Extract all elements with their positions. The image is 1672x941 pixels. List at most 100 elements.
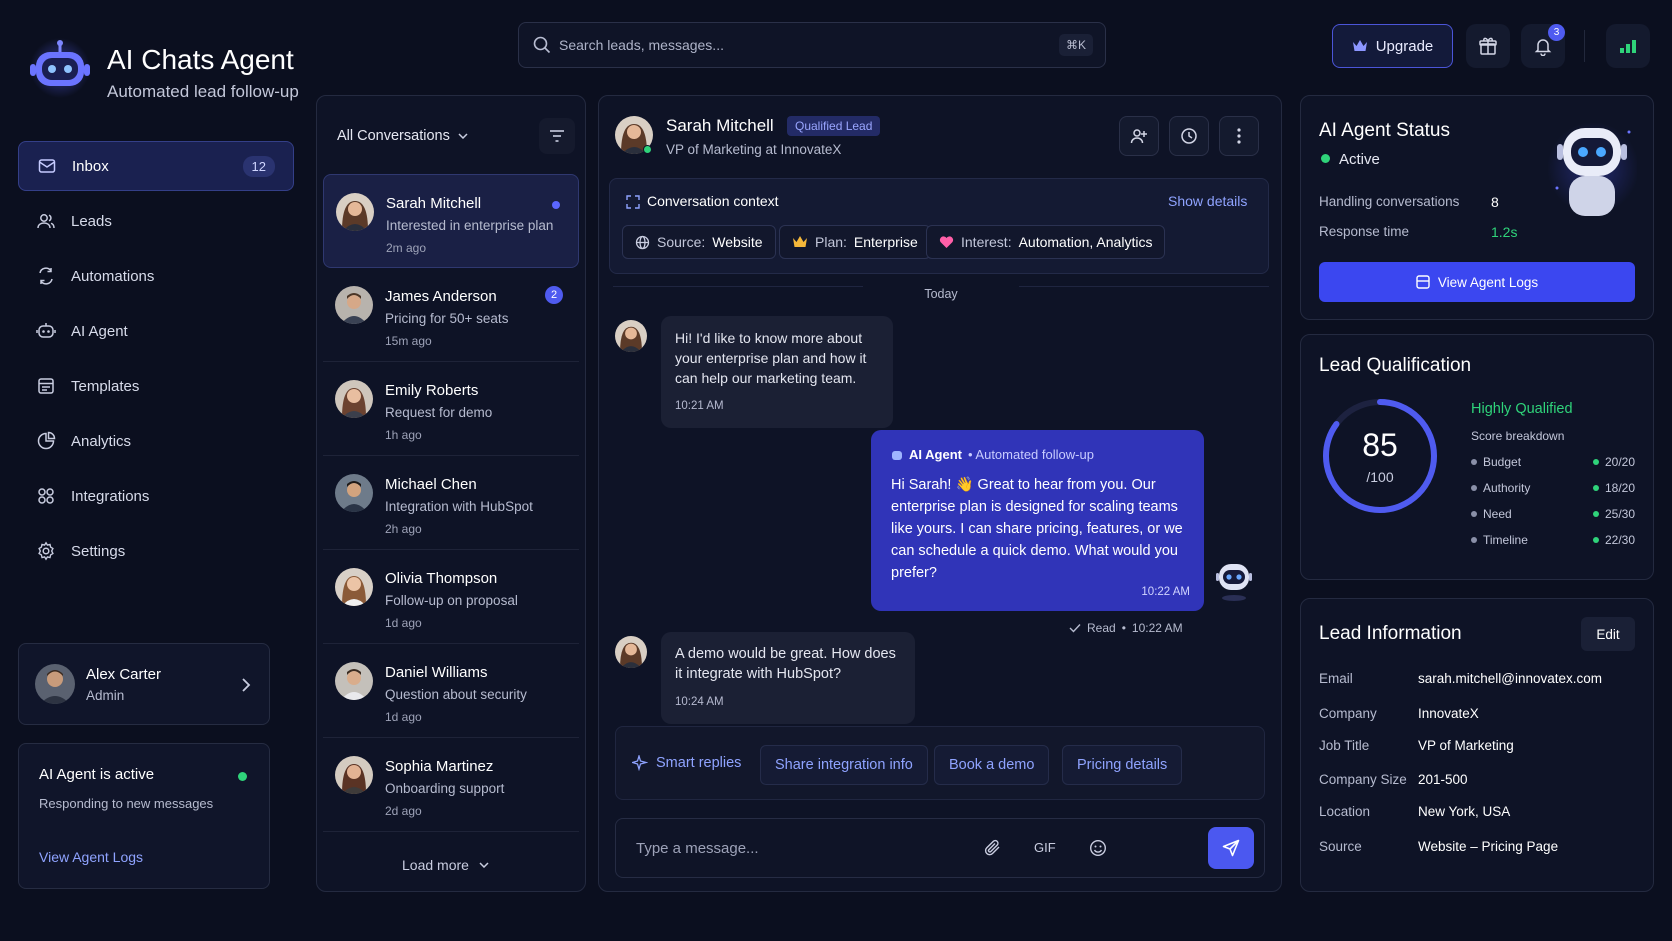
robot-icon	[1216, 564, 1252, 601]
edit-button[interactable]: Edit	[1581, 617, 1635, 651]
conversation-time: 2d ago	[385, 804, 422, 818]
inbox-icon	[37, 156, 57, 176]
gif-button[interactable]: GIF	[1034, 840, 1056, 855]
gear-icon	[36, 541, 56, 561]
filter-button[interactable]	[539, 118, 575, 154]
conversation-name: James Anderson	[385, 288, 497, 305]
conversation-item[interactable]: Sarah Mitchell Interested in enterprise …	[323, 174, 579, 268]
add-contact-button[interactable]	[1119, 116, 1159, 156]
brand-logo	[24, 38, 96, 98]
bullet-dot	[1471, 511, 1477, 517]
more-options-button[interactable]	[1219, 116, 1259, 156]
sidebar-item-ai-agent[interactable]: AI Agent	[18, 306, 294, 356]
robot-icon	[891, 449, 903, 461]
conversation-item[interactable]: Olivia Thompson Follow-up on proposal 1d…	[323, 550, 579, 644]
search-bar[interactable]: ⌘K	[518, 22, 1106, 68]
breakdown-value: 18/20	[1604, 481, 1635, 495]
read-receipt: Read • 10:22 AM	[1069, 621, 1183, 635]
bullet-dot	[1593, 537, 1599, 543]
agent-status-value: Active	[1339, 151, 1380, 168]
check-icon	[1069, 623, 1081, 633]
message-text: A demo would be great. How does it integ…	[675, 646, 896, 682]
sidebar-item-settings[interactable]: Settings	[18, 526, 294, 576]
sidebar-item-analytics[interactable]: Analytics	[18, 416, 294, 466]
conversation-name: Emily Roberts	[385, 382, 479, 399]
chevron-down-icon	[479, 862, 489, 868]
reply-label: Pricing details	[1077, 757, 1168, 773]
upgrade-button[interactable]: Upgrade	[1332, 24, 1453, 68]
crown-icon	[792, 235, 808, 249]
filter-icon	[549, 129, 565, 143]
message-input[interactable]	[636, 819, 956, 877]
status-dot	[238, 772, 247, 781]
conversation-item[interactable]: Michael Chen Integration with HubSpot 2h…	[323, 456, 579, 550]
conversation-item[interactable]: James Anderson Pricing for 50+ seats 15m…	[323, 268, 579, 362]
history-button[interactable]	[1169, 116, 1209, 156]
avatar	[335, 662, 373, 700]
day-divider: Today	[924, 287, 958, 301]
conversation-item[interactable]: Daniel Williams Question about security …	[323, 644, 579, 738]
conversation-name: Olivia Thompson	[385, 570, 498, 587]
conversation-filter-dropdown[interactable]: All Conversations	[337, 128, 468, 144]
crown-icon	[1352, 39, 1368, 53]
show-details-link[interactable]: Show details	[1168, 193, 1247, 209]
score-ring: 85 /100	[1321, 397, 1439, 515]
user-profile-card[interactable]: Alex Carter Admin	[18, 643, 270, 725]
info-value-company: InnovateX	[1418, 706, 1479, 721]
conversation-name: Michael Chen	[385, 476, 477, 493]
qualification-level: Highly Qualified	[1471, 401, 1573, 417]
globe-icon	[635, 235, 650, 250]
reply-label: Share integration info	[775, 757, 913, 773]
message-time: 10:24 AM	[675, 696, 724, 708]
breakdown-value: 22/30	[1604, 533, 1635, 547]
reply-book-demo-button[interactable]: Book a demo	[934, 745, 1050, 785]
bullet-dot	[1593, 459, 1599, 465]
unread-dot	[552, 201, 560, 209]
bullet-dot	[1471, 537, 1477, 543]
app-subtitle: Automated lead follow-up	[107, 82, 299, 101]
sidebar-item-integrations[interactable]: Integrations	[18, 471, 294, 521]
send-icon	[1222, 839, 1240, 857]
conversation-item[interactable]: Sophia Martinez Onboarding support 2d ag…	[323, 738, 579, 832]
view-agent-logs-button[interactable]: View Agent Logs	[1319, 262, 1635, 302]
clock-icon	[1180, 127, 1198, 145]
conversation-name: Sarah Mitchell	[386, 195, 482, 212]
avatar	[335, 756, 373, 794]
read-time: 10:22 AM	[1131, 621, 1183, 635]
robot-icon	[1547, 122, 1637, 216]
filter-label: All Conversations	[337, 128, 450, 144]
search-input[interactable]	[559, 23, 1029, 67]
sidebar-item-leads[interactable]: Leads	[18, 196, 294, 246]
conversation-preview: Pricing for 50+ seats	[385, 311, 509, 326]
load-more-button[interactable]: Load more	[402, 857, 489, 873]
avatar	[335, 474, 373, 512]
bullet-dot	[1471, 459, 1477, 465]
smart-replies-text: Smart replies	[656, 755, 742, 771]
read-status: Read	[1087, 621, 1116, 635]
sidebar-item-automations[interactable]: Automations	[18, 251, 294, 301]
sidebar-item-label: Leads	[71, 212, 112, 230]
online-dot	[643, 145, 652, 154]
separator-dot: •	[1121, 621, 1126, 635]
message-time: 10:22 AM	[1141, 586, 1190, 598]
sidebar-item-templates[interactable]: Templates	[18, 361, 294, 411]
conversation-preview: Request for demo	[385, 405, 493, 420]
reply-pricing-details-button[interactable]: Pricing details	[1062, 745, 1183, 785]
gift-button[interactable]	[1466, 24, 1510, 68]
message-text: Hi Sarah! 👋 Great to hear from you. Our …	[891, 477, 1183, 581]
info-label: Source	[1319, 839, 1362, 854]
info-label: Company	[1319, 706, 1377, 721]
sidebar-item-label: Inbox	[72, 157, 109, 175]
bullet-dot	[1471, 485, 1477, 491]
conversation-item[interactable]: Emily Roberts Request for demo 1h ago	[323, 362, 579, 456]
view-agent-logs-link[interactable]: View Agent Logs	[39, 849, 143, 865]
emoji-icon[interactable]	[1089, 839, 1107, 857]
reply-share-integration-button[interactable]: Share integration info	[760, 745, 928, 785]
send-button[interactable]	[1208, 827, 1254, 869]
sidebar-item-inbox[interactable]: Inbox 12	[18, 141, 294, 191]
info-value-source: Website – Pricing Page	[1418, 839, 1559, 854]
paperclip-icon[interactable]	[984, 839, 1002, 857]
stats-button[interactable]	[1606, 24, 1650, 68]
users-icon	[36, 211, 56, 231]
heart-icon	[939, 235, 954, 249]
